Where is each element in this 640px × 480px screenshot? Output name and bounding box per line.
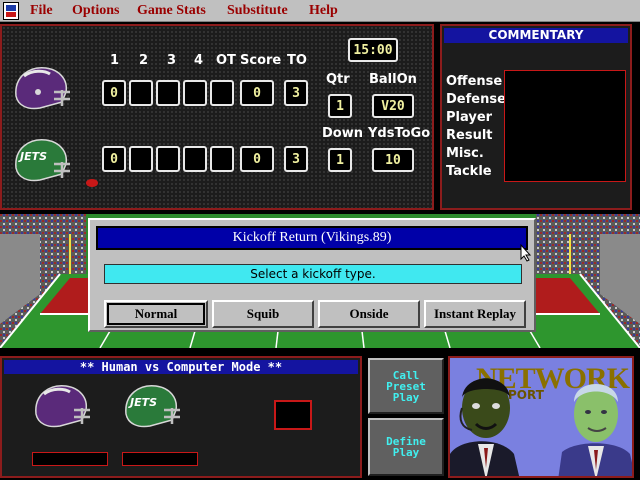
vikings-score: 0 (240, 80, 274, 106)
mode-title: ** Human vs Computer Mode ** (4, 360, 358, 374)
squib-kick-button[interactable]: Squib (212, 300, 314, 328)
normal-kick-button[interactable]: Normal (104, 300, 208, 328)
call-preset-play-button[interactable]: Call Preset Play (368, 358, 444, 414)
yds-to-go-label: YdsToGo (368, 126, 431, 141)
dialog-title: Kickoff Return (Vikings.89) (96, 226, 528, 250)
jets-helmet-icon: JETS (15, 139, 70, 182)
vikings-q1: 0 (102, 80, 126, 106)
game-clock: 15:00 (348, 38, 398, 62)
network-broadcast-panel: NETWORK PORT (448, 356, 634, 478)
jets-timeouts: 3 (284, 146, 308, 172)
possession-indicator (86, 179, 98, 187)
commentary-title: COMMENTARY (444, 28, 628, 43)
jets-helmet-small-logo: JETS (128, 396, 157, 409)
jets-q3 (156, 146, 180, 172)
dialog-message: Select a kickoff type. (104, 264, 522, 284)
kickoff-dialog: Kickoff Return (Vikings.89) Select a kic… (88, 218, 536, 332)
instant-replay-button[interactable]: Instant Replay (424, 300, 526, 328)
commentary-offense-label: Offense (446, 74, 503, 89)
commentary-tackle-label: Tackle (446, 164, 492, 179)
jets-q4 (183, 146, 207, 172)
jets-helmet-small-icon: JETS (125, 385, 180, 428)
jets-helmet-logo: JETS (18, 150, 47, 163)
menu-help[interactable]: Help (309, 3, 338, 19)
commentary-misc-label: Misc. (446, 146, 484, 161)
header-to: TO (287, 53, 307, 68)
vikings-ot (210, 80, 234, 106)
nfl-logo-icon (3, 2, 19, 20)
mode-panel: ** Human vs Computer Mode ** JETS (0, 356, 362, 478)
menu-game-stats[interactable]: Game Stats (137, 3, 206, 19)
commentary-player-label: Player (446, 110, 493, 125)
vikings-control-slot (32, 452, 108, 466)
vikings-helmet-small-icon (35, 385, 90, 428)
qtr-value: 1 (328, 94, 352, 118)
commentary-defense-label: Defense (446, 92, 506, 107)
ball-on-label: BallOn (369, 72, 417, 87)
mode-indicator (274, 400, 312, 430)
scoreboard: 15:00 1 2 3 4 OT Score TO JETS 0 0 3 0 0… (0, 24, 434, 210)
header-q3: 3 (167, 53, 177, 68)
jets-ot (210, 146, 234, 172)
jets-q2 (129, 146, 153, 172)
vikings-q3 (156, 80, 180, 106)
menu-options[interactable]: Options (72, 3, 119, 19)
vikings-q2 (129, 80, 153, 106)
header-score: Score (240, 53, 282, 68)
commentary-result-label: Result (446, 128, 493, 143)
jets-score: 0 (240, 146, 274, 172)
menu-substitute[interactable]: Substitute (227, 3, 288, 19)
ball-on-value: V20 (372, 94, 414, 118)
down-value: 1 (328, 148, 352, 172)
vikings-q4 (183, 80, 207, 106)
define-play-button[interactable]: Define Play (368, 418, 444, 476)
define-play-label: Define Play (386, 435, 426, 459)
down-label: Down (322, 126, 363, 141)
call-preset-play-label: Call Preset Play (386, 368, 426, 404)
commentators-illustration (450, 378, 632, 476)
commentary-display (504, 70, 626, 182)
vikings-helmet-icon (15, 67, 70, 110)
qtr-label: Qtr (326, 72, 350, 87)
jets-q1: 0 (102, 146, 126, 172)
mouse-pointer-icon (520, 244, 532, 262)
menu-file[interactable]: File (30, 3, 53, 19)
yds-to-go-value: 10 (372, 148, 414, 172)
vikings-timeouts: 3 (284, 80, 308, 106)
header-ot: OT (216, 53, 236, 68)
commentary-panel: COMMENTARY Offense Defense Player Result… (440, 24, 632, 210)
header-q4: 4 (194, 53, 204, 68)
header-q2: 2 (139, 53, 149, 68)
header-q1: 1 (110, 53, 120, 68)
jets-control-slot (122, 452, 198, 466)
menu-bar: File Options Game Stats Substitute Help (0, 0, 640, 22)
onside-kick-button[interactable]: Onside (318, 300, 420, 328)
